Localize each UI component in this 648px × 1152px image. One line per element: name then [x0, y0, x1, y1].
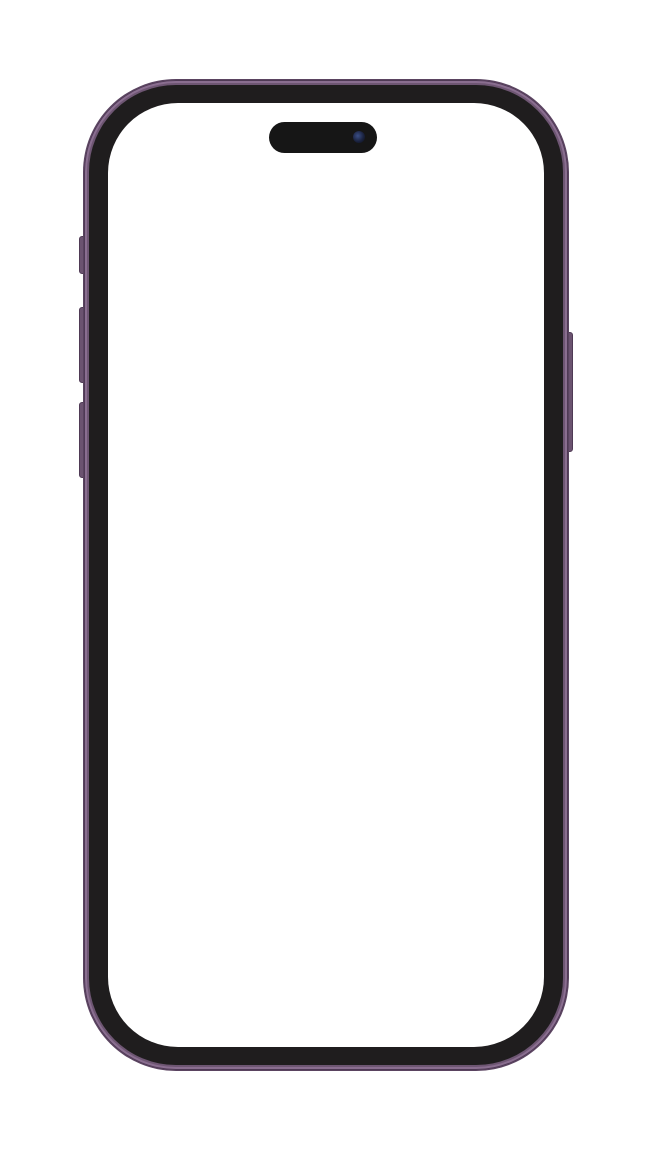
front-camera-icon — [353, 131, 365, 143]
canvas — [0, 0, 648, 1152]
phone-screen — [108, 103, 544, 1047]
phone-frame — [84, 80, 568, 1070]
dynamic-island — [269, 122, 377, 153]
phone-bezel — [89, 85, 563, 1065]
